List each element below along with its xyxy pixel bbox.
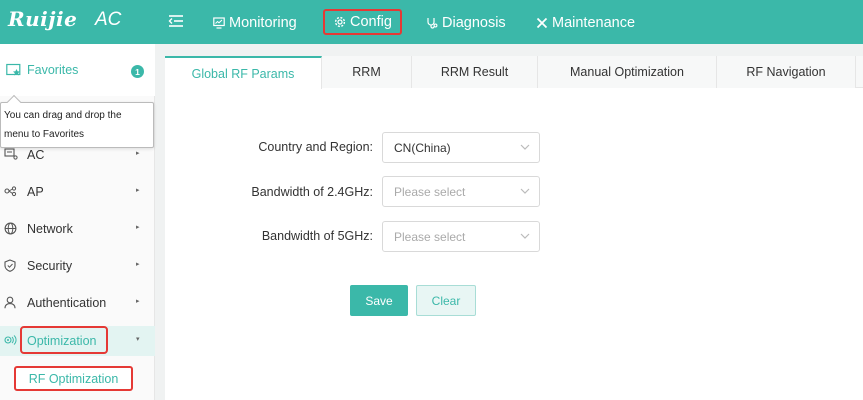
- chevron-down-icon: [520, 144, 530, 150]
- optimization-icon: [4, 335, 17, 345]
- ap-icon: [4, 186, 17, 197]
- nav-diagnosis[interactable]: Diagnosis: [426, 12, 506, 34]
- nav-maintenance-label: Maintenance: [552, 15, 636, 31]
- sidebar: Favorites 1 You can drag and drop the me…: [0, 44, 155, 400]
- nav-maintenance[interactable]: Maintenance: [536, 12, 635, 34]
- menu-collapse-icon[interactable]: [168, 13, 184, 29]
- favorites-count-badge: 1: [131, 65, 144, 78]
- top-header: Ruijie AC Monitoring Config Diagnosis Ma…: [0, 0, 863, 44]
- user-icon: [4, 296, 16, 309]
- chevron-right-icon: ▸: [136, 150, 140, 157]
- favorites-tooltip: You can drag and drop the menu to Favori…: [0, 94, 154, 148]
- sidebar-item-authentication[interactable]: Authentication ▸: [0, 288, 155, 318]
- chevron-down-icon: ▾: [136, 336, 140, 343]
- bandwidth-24ghz-placeholder: Please select: [394, 184, 466, 199]
- chevron-right-icon: ▸: [136, 187, 140, 194]
- chevron-down-icon: [520, 188, 530, 194]
- bandwidth-5ghz-placeholder: Please select: [394, 229, 466, 244]
- country-region-label: Country and Region:: [258, 140, 373, 154]
- sidebar-favorites[interactable]: Favorites 1: [0, 44, 155, 96]
- sidebar-item-network[interactable]: Network ▸: [0, 214, 155, 244]
- tab-manual-optimization[interactable]: Manual Optimization: [538, 56, 717, 88]
- sidebar-subitem-rf-optimization[interactable]: RF Optimization: [14, 366, 133, 391]
- optimization-highlight-box: [20, 326, 108, 354]
- nav-diagnosis-label: Diagnosis: [442, 15, 506, 31]
- save-button[interactable]: Save: [350, 285, 408, 316]
- nav-config-label: Config: [350, 14, 392, 30]
- sidebar-item-label: AP: [27, 185, 44, 199]
- clear-button[interactable]: Clear: [416, 285, 476, 316]
- ac-icon: [4, 148, 18, 160]
- tab-rf-navigation[interactable]: RF Navigation: [717, 56, 856, 88]
- network-icon: [4, 222, 17, 235]
- nav-config[interactable]: Config: [323, 9, 402, 35]
- bandwidth-24ghz-select[interactable]: Please select: [382, 176, 540, 207]
- tooltip-line-1: You can drag and drop the: [4, 110, 122, 121]
- country-region-value: CN(China): [394, 140, 451, 155]
- monitor-icon: [213, 17, 225, 29]
- product-name: AC: [95, 9, 122, 30]
- country-region-select[interactable]: CN(China): [382, 132, 540, 163]
- tab-rrm-result[interactable]: RRM Result: [412, 56, 538, 88]
- sidebar-item-label: Network: [27, 222, 73, 236]
- content-panel: Global RF Params RRM RRM Result Manual O…: [165, 56, 863, 400]
- tab-rrm[interactable]: RRM: [322, 56, 412, 88]
- favorites-label: Favorites: [27, 63, 79, 77]
- sidebar-item-label: Security: [27, 259, 73, 273]
- tools-icon: [536, 17, 548, 29]
- chevron-right-icon: ▸: [136, 224, 140, 231]
- sidebar-item-label: Authentication: [27, 296, 107, 310]
- nav-monitoring[interactable]: Monitoring: [213, 12, 297, 34]
- chevron-right-icon: ▸: [136, 261, 140, 268]
- favorites-icon: [6, 63, 21, 76]
- shield-icon: [4, 259, 16, 272]
- gear-icon: [334, 16, 346, 28]
- tab-bar: Global RF Params RRM RRM Result Manual O…: [165, 56, 863, 89]
- bandwidth-5ghz-label: Bandwidth of 5GHz:: [261, 229, 373, 243]
- sidebar-item-label: AC: [27, 148, 45, 162]
- tab-global-rf-params[interactable]: Global RF Params: [165, 56, 322, 89]
- nav-monitoring-label: Monitoring: [229, 15, 297, 31]
- stethoscope-icon: [427, 18, 438, 29]
- bandwidth-24ghz-label: Bandwidth of 2.4GHz:: [251, 185, 373, 199]
- main-content: Global RF Params RRM RRM Result Manual O…: [155, 44, 863, 400]
- ruijie-logo: Ruijie: [8, 7, 78, 31]
- chevron-right-icon: ▸: [136, 298, 140, 305]
- sidebar-item-ap[interactable]: AP ▸: [0, 177, 155, 207]
- chevron-down-icon: [520, 233, 530, 239]
- tooltip-line-2: menu to Favorites: [4, 129, 85, 140]
- sidebar-item-security[interactable]: Security ▸: [0, 251, 155, 281]
- bandwidth-5ghz-select[interactable]: Please select: [382, 221, 540, 252]
